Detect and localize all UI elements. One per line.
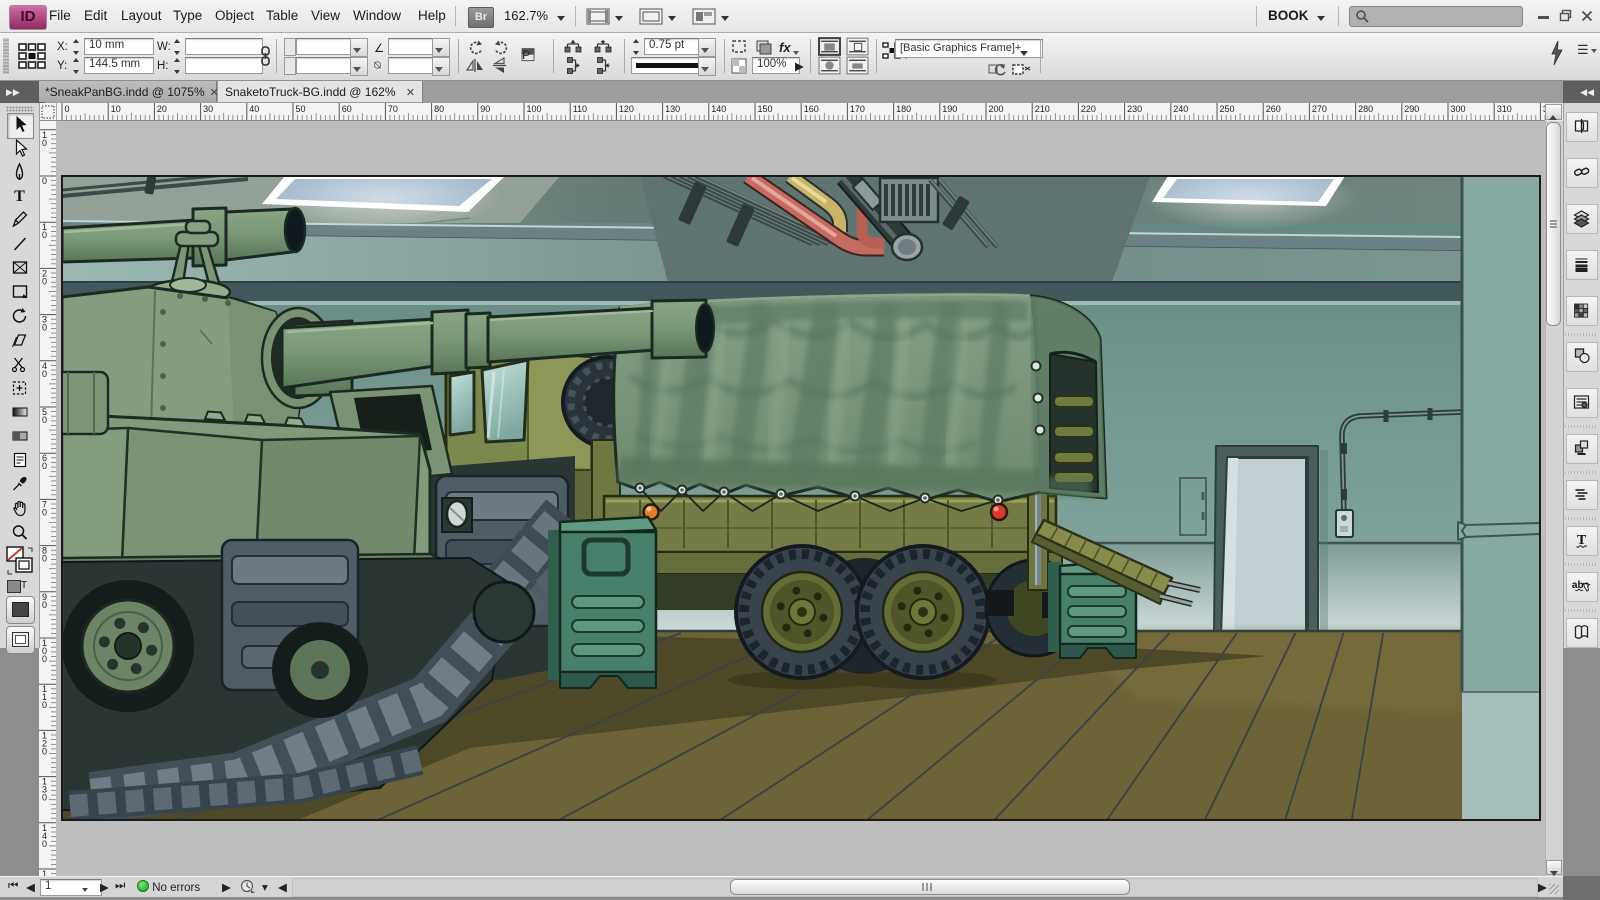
svg-text:180: 180 (896, 104, 911, 114)
svg-text:0: 0 (42, 138, 47, 148)
svg-text:0: 0 (42, 746, 47, 756)
svg-text:140: 140 (711, 104, 726, 114)
svg-text:130: 130 (665, 104, 680, 114)
svg-text:50: 50 (296, 104, 306, 114)
svg-text:70: 70 (388, 104, 398, 114)
svg-text:0: 0 (42, 276, 47, 286)
svg-text:0: 0 (42, 230, 47, 240)
svg-text:0: 0 (42, 323, 47, 333)
svg-text:0: 0 (42, 415, 47, 425)
svg-text:0: 0 (42, 700, 47, 710)
svg-text:0: 0 (42, 793, 47, 803)
svg-text:260: 260 (1266, 104, 1281, 114)
svg-text:30: 30 (203, 104, 213, 114)
svg-text:190: 190 (942, 104, 957, 114)
svg-text:300: 300 (1451, 104, 1466, 114)
svg-text:200: 200 (989, 104, 1004, 114)
svg-text:40: 40 (249, 104, 259, 114)
svg-text:170: 170 (850, 104, 865, 114)
svg-text:220: 220 (1081, 104, 1096, 114)
svg-text:280: 280 (1358, 104, 1373, 114)
svg-text:310: 310 (1497, 104, 1512, 114)
svg-text:80: 80 (434, 104, 444, 114)
svg-text:0: 0 (42, 369, 47, 379)
svg-text:0: 0 (42, 554, 47, 564)
svg-text:1: 1 (42, 869, 47, 876)
svg-text:T: T (14, 188, 25, 205)
svg-text:10: 10 (111, 104, 121, 114)
svg-text:90: 90 (480, 104, 490, 114)
svg-text:210: 210 (1035, 104, 1050, 114)
svg-text:100: 100 (527, 104, 542, 114)
svg-text:0: 0 (42, 600, 47, 610)
svg-text:0: 0 (42, 507, 47, 517)
svg-text:110: 110 (573, 104, 587, 114)
svg-text:230: 230 (1127, 104, 1142, 114)
svg-text:120: 120 (619, 104, 634, 114)
svg-text:0: 0 (42, 839, 47, 849)
svg-text:290: 290 (1404, 104, 1419, 114)
svg-text:160: 160 (804, 104, 819, 114)
svg-text:150: 150 (758, 104, 773, 114)
svg-text:0: 0 (42, 654, 47, 664)
svg-text:240: 240 (1173, 104, 1188, 114)
svg-text:60: 60 (342, 104, 352, 114)
svg-text:20: 20 (157, 104, 167, 114)
svg-text:250: 250 (1220, 104, 1235, 114)
svg-text:0: 0 (65, 104, 70, 114)
svg-text:270: 270 (1312, 104, 1327, 114)
svg-text:0: 0 (42, 176, 47, 186)
svg-text:0: 0 (42, 461, 47, 471)
